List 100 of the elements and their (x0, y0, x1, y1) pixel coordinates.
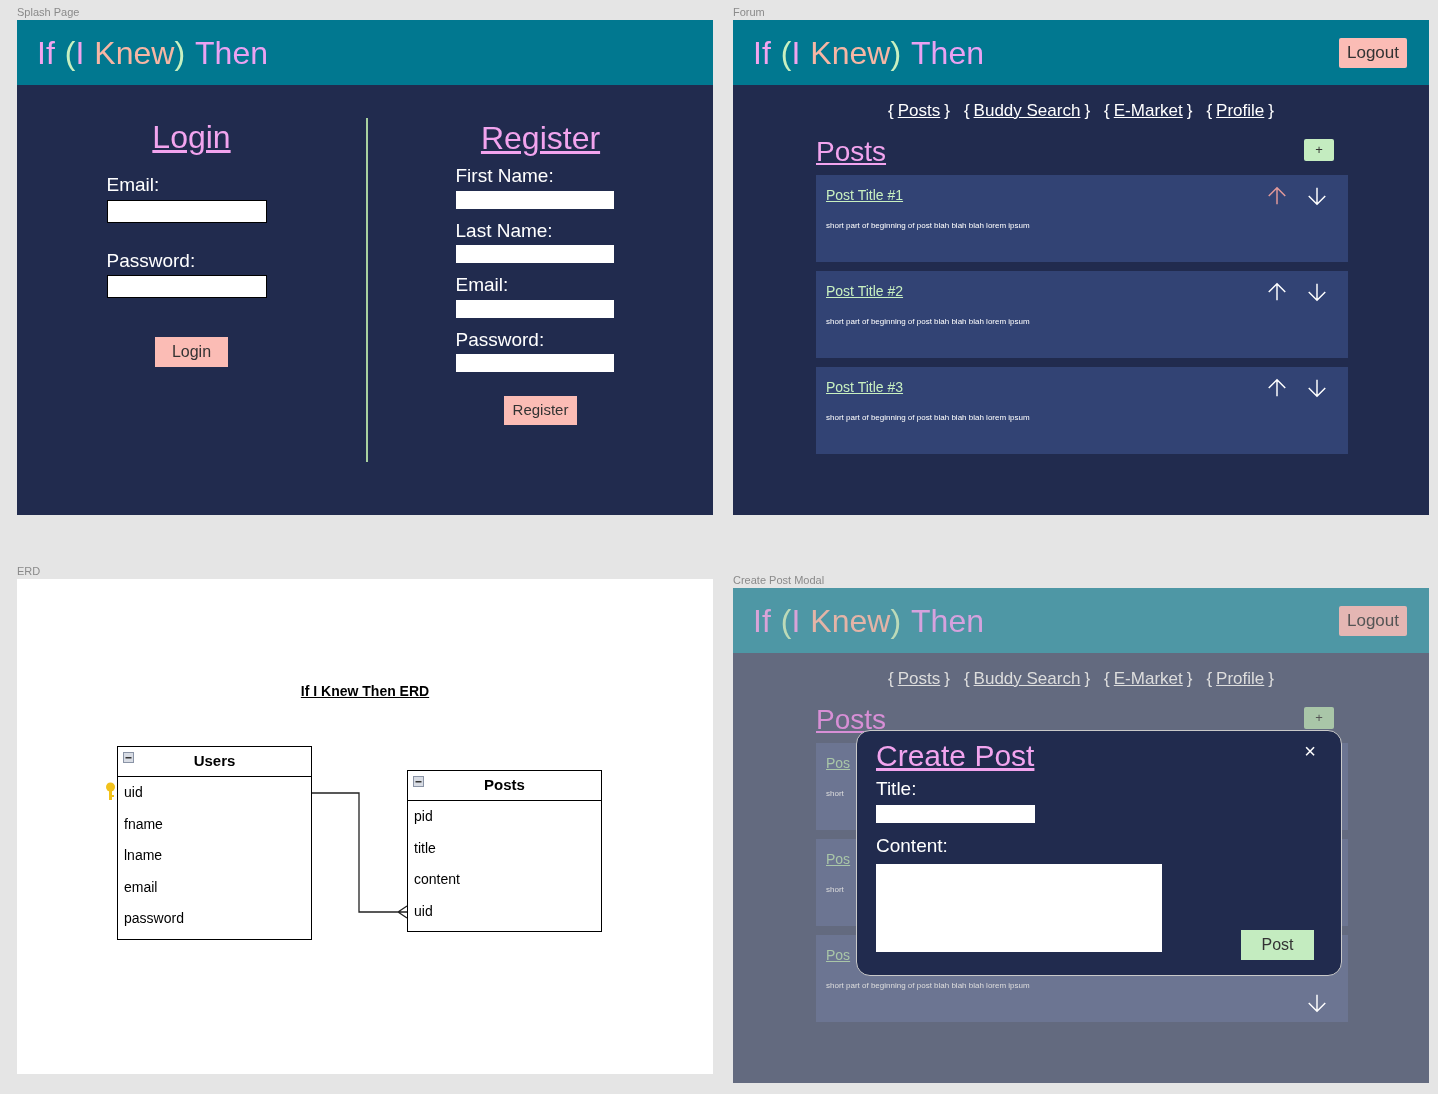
brace: } (1084, 100, 1091, 122)
entity-name: Users (193, 751, 236, 772)
field-label: Email: (455, 273, 510, 297)
input-field[interactable] (106, 199, 267, 223)
frame-label: Splash Page (17, 5, 81, 19)
logo-text: Knew (810, 604, 891, 637)
post-excerpt: short part of beginning of post blah blah blah lorem ipsum (826, 411, 1030, 424)
frame-label: Forum (733, 5, 766, 19)
post-title-link[interactable]: Post Title #1 (826, 184, 1030, 206)
field-label: Email: (106, 173, 161, 197)
frame-label: ERD (17, 564, 42, 578)
collapse-icon[interactable] (413, 776, 424, 787)
input-field[interactable] (106, 275, 267, 298)
brace: } (1268, 100, 1274, 122)
input-field[interactable] (455, 245, 614, 263)
register-button[interactable]: Register (504, 396, 577, 425)
field-label: Title: (876, 776, 918, 801)
post-excerpt: short part of beginning of post blah blah blah lorem ipsum (826, 315, 1030, 328)
login-button[interactable]: Login (155, 337, 228, 367)
field-label: First Name: (455, 164, 555, 188)
nav-link[interactable]: E-Market (1113, 98, 1183, 124)
entity-field: password (124, 908, 184, 930)
logo-text: I (791, 36, 801, 69)
brace: } (1268, 668, 1274, 690)
close-button[interactable]: × (1304, 741, 1316, 761)
post-card[interactable]: Post Title #1 short part of beginning of post blah blah blah lorem ipsum (816, 174, 1348, 262)
input-field[interactable] (455, 190, 614, 209)
logo-text: Then (911, 36, 984, 69)
entity-field: pid (414, 806, 433, 828)
brace: { (963, 668, 970, 690)
diagram-title: If I Knew Then ERD (299, 682, 431, 701)
logo-text: ) (890, 36, 902, 69)
field-label: Content: (876, 834, 949, 858)
nav-link[interactable]: Profile (1216, 666, 1265, 692)
upvote-arrow-icon[interactable] (1266, 184, 1288, 207)
brace: } (1186, 100, 1193, 122)
logo-text: Then (911, 604, 984, 637)
input-field[interactable] (455, 354, 614, 372)
post-title-link[interactable]: Post Title #3 (826, 376, 1030, 398)
register-heading: Register (480, 119, 601, 158)
brace: { (1206, 100, 1213, 122)
logo-text: If (753, 604, 771, 637)
modal-title: Create Post (876, 738, 1035, 774)
logo-text: ( (64, 36, 76, 69)
logo-text: ( (780, 604, 792, 637)
posts-heading: Posts (816, 134, 887, 169)
brace: } (1186, 668, 1193, 690)
upvote-arrow-icon[interactable] (1266, 376, 1288, 399)
entity-field: email (124, 876, 158, 898)
logo-text: If (37, 36, 55, 69)
brace: { (888, 100, 894, 122)
brace: } (944, 668, 950, 690)
logo-text: Knew (94, 36, 175, 69)
add-post-button[interactable]: + (1304, 706, 1334, 729)
post-title-link[interactable]: Post Title #2 (826, 280, 1030, 302)
nav-link[interactable]: Buddy Search (973, 98, 1081, 124)
posts-heading: Posts (816, 702, 887, 737)
logo-text: ( (780, 36, 792, 69)
brace: { (1104, 668, 1110, 690)
logo-text: I (791, 604, 801, 637)
login-heading: Login (152, 118, 231, 157)
nav-link[interactable]: Buddy Search (973, 666, 1081, 692)
brace: { (888, 668, 894, 690)
logo-text: ) (174, 36, 186, 69)
post-excerpt: short (826, 883, 845, 896)
post-card[interactable]: Post Title #2 short part of beginning of post blah blah blah lorem ipsum (816, 270, 1348, 358)
nav-link[interactable]: Profile (1216, 98, 1265, 124)
post-excerpt: short part of beginning of post blah blah blah lorem ipsum (826, 219, 1030, 232)
entity-name: Posts (484, 775, 525, 796)
entity-field: lname (124, 845, 163, 867)
logo-text: Knew (810, 36, 891, 69)
field-label: Last Name: (455, 218, 554, 243)
nav-link[interactable]: Posts (897, 98, 941, 124)
nav-link[interactable]: Posts (897, 666, 941, 692)
entity-field: uid (414, 900, 433, 922)
entity-field: uid (124, 782, 143, 804)
entity-field: content (414, 869, 460, 891)
input-field[interactable] (876, 805, 1035, 823)
brace: { (1104, 100, 1110, 122)
add-post-button[interactable]: + (1304, 138, 1334, 161)
brace: } (1084, 668, 1091, 690)
field-label: Password: (455, 327, 546, 352)
logo-text: If (753, 36, 771, 69)
brace: { (963, 100, 970, 122)
logout-button[interactable]: Logout (1339, 37, 1407, 68)
entity-field: fname (124, 813, 163, 835)
logo-text: ) (890, 604, 902, 637)
logo-text: Then (195, 36, 268, 69)
collapse-icon[interactable] (123, 752, 134, 763)
upvote-arrow-icon[interactable] (1266, 280, 1288, 303)
nav-link[interactable]: E-Market (1113, 666, 1183, 692)
post-button[interactable]: Post (1241, 929, 1314, 960)
entity-field: title (414, 837, 436, 859)
post-excerpt: short part of beginning of post blah blah blah lorem ipsum (826, 979, 1030, 992)
post-card[interactable]: Post Title #3 short part of beginning of post blah blah blah lorem ipsum (816, 366, 1348, 454)
logout-button[interactable]: Logout (1339, 605, 1407, 636)
frame-label: Create Post Modal (733, 573, 826, 587)
logo-text: I (75, 36, 85, 69)
post-excerpt: short (826, 787, 845, 800)
input-field[interactable] (455, 299, 614, 318)
